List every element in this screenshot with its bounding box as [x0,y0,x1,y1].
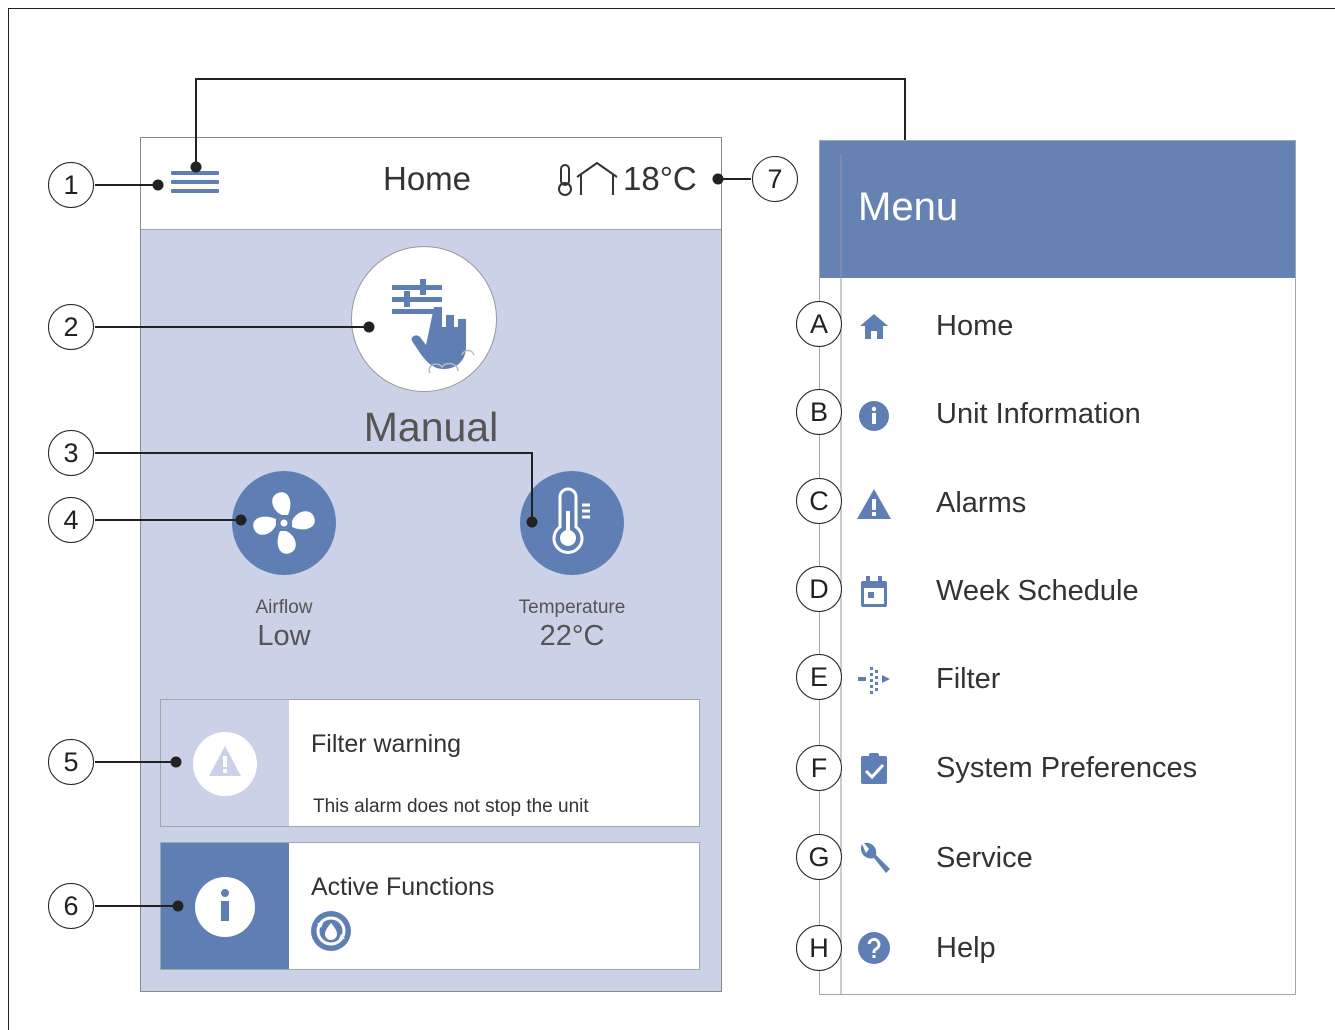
warning-icon [193,732,257,796]
home-icon [860,314,888,339]
menu-callout-a: A [796,301,842,347]
clipboard-check-icon [861,753,887,784]
alarm-card[interactable]: Filter warning This alarm does not stop … [160,699,700,827]
home-screen: Home 18°C Manual Airflow Low Temperature… [140,137,722,992]
callout-1: 1 [48,162,94,208]
active-functions-title: Active Functions [311,873,495,901]
menu-callout-g: G [796,834,842,880]
screen-title: Home [383,160,472,197]
airflow-value: Low [257,620,311,652]
filter-icon [858,667,890,694]
menu-title: Menu [858,185,959,229]
menu-item-home[interactable]: Home [820,296,1295,356]
menu-item-service[interactable]: Service [820,828,1295,888]
menu-item-label: Help [936,932,996,964]
menu-callout-d: D [796,566,842,612]
callout-4: 4 [48,497,94,543]
info-icon [859,401,889,431]
menu-item-week-schedule[interactable]: Week Schedule [820,561,1295,621]
fan-icon [253,492,315,554]
temperature-value: 22°C [539,620,605,652]
temperature-caption: Temperature [518,597,626,618]
help-icon [858,932,890,964]
menu-callout-e: E [796,654,842,700]
airflow-caption: Airflow [255,597,313,618]
screen-header: Home 18°C [141,138,721,230]
warning-icon [857,489,891,519]
recycle-function-icon [311,911,351,951]
menu-item-unit-information[interactable]: Unit Information [820,384,1295,444]
callout-6: 6 [48,883,94,929]
alarm-title: Filter warning [311,730,462,758]
menu-header: Menu [820,141,1295,278]
menu-item-alarms[interactable]: Alarms [820,473,1295,533]
info-icon [195,877,255,937]
thermometer-house-icon [558,161,618,196]
menu-item-label: System Preferences [936,752,1198,784]
menu-callout-b: B [796,389,842,435]
manual-mode-hand-icon [392,279,475,374]
active-functions-card[interactable]: Active Functions [160,842,700,970]
menu-item-system-preferences[interactable]: System Preferences [820,738,1295,798]
thermometer-icon [552,487,590,554]
outdoor-temperature-value: 18°C [623,160,697,197]
menu-panel: Menu Home Unit Information Alarms Week S… [819,140,1296,995]
wrench-icon [860,842,890,873]
mode-label: Manual [363,404,499,450]
menu-item-label: Filter [936,663,1001,695]
callout-2: 2 [48,304,94,350]
menu-item-filter[interactable]: Filter [820,649,1295,709]
menu-callout-c: C [796,478,842,524]
callout-5: 5 [48,739,94,785]
menu-callout-h: H [796,925,842,971]
calendar-icon [861,576,887,607]
menu-item-label: Home [936,310,1014,342]
manual-mode-button[interactable] [351,246,497,392]
menu-hamburger-icon[interactable] [171,166,219,202]
active-functions-icon-area [161,843,289,969]
outdoor-temperature-indicator[interactable]: 18°C [557,160,697,198]
airflow-button[interactable] [232,471,336,575]
menu-item-label: Week Schedule [936,575,1139,607]
menu-item-help[interactable]: Help [820,918,1295,978]
callout-7: 7 [752,156,798,202]
alarm-subtitle: This alarm does not stop the unit [313,796,589,817]
alarm-icon-area [161,700,289,826]
menu-item-label: Service [936,842,1033,874]
temperature-button[interactable] [520,471,624,575]
menu-callout-f: F [796,745,842,791]
menu-item-label: Unit Information [936,398,1141,430]
callout-3: 3 [48,430,94,476]
menu-item-label: Alarms [936,487,1027,519]
